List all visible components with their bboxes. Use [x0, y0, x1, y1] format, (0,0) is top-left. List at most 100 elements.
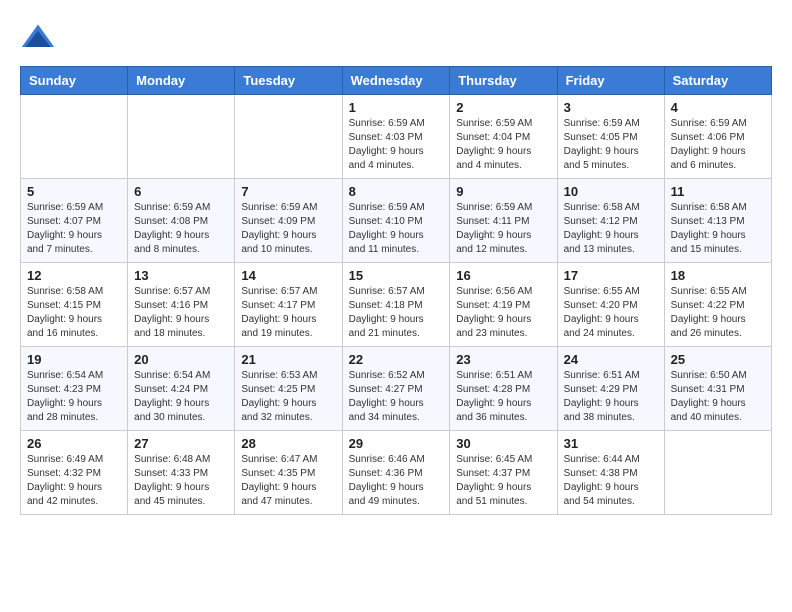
day-number: 24: [564, 352, 658, 367]
day-info: Sunrise: 6:59 AM Sunset: 4:03 PM Dayligh…: [349, 117, 444, 173]
day-cell: 24 Sunrise: 6:51 AM Sunset: 4:29 PM Dayli…: [557, 347, 664, 431]
day-info: Sunrise: 6:59 AM Sunset: 4:09 PM Dayligh…: [241, 201, 335, 257]
day-number: 11: [671, 184, 765, 199]
day-info: Sunrise: 6:57 AM Sunset: 4:17 PM Dayligh…: [241, 285, 335, 341]
day-info: Sunrise: 6:44 AM Sunset: 4:38 PM Dayligh…: [564, 453, 658, 509]
day-cell: [664, 431, 771, 515]
day-number: 4: [671, 100, 765, 115]
day-number: 19: [27, 352, 121, 367]
day-info: Sunrise: 6:53 AM Sunset: 4:25 PM Dayligh…: [241, 369, 335, 425]
day-number: 28: [241, 436, 335, 451]
weekday-header-saturday: Saturday: [664, 67, 771, 95]
day-info: Sunrise: 6:57 AM Sunset: 4:18 PM Dayligh…: [349, 285, 444, 341]
day-cell: 26Sunrise: 6:49 AM Sunset: 4:32 PM Dayli…: [21, 431, 128, 515]
day-number: 17: [564, 268, 658, 283]
week-row-5: 26Sunrise: 6:49 AM Sunset: 4:32 PM Dayli…: [21, 431, 772, 515]
day-info: Sunrise: 6:59 AM Sunset: 4:05 PM Dayligh…: [564, 117, 658, 173]
day-number: 8: [349, 184, 444, 199]
day-info: Sunrise: 6:58 AM Sunset: 4:12 PM Dayligh…: [564, 201, 658, 257]
day-cell: 22Sunrise: 6:52 AM Sunset: 4:27 PM Dayli…: [342, 347, 450, 431]
day-number: 31: [564, 436, 658, 451]
day-cell: 16 Sunrise: 6:56 AM Sunset: 4:19 PM Dayli…: [450, 263, 557, 347]
week-row-1: 1Sunrise: 6:59 AM Sunset: 4:03 PM Daylig…: [21, 95, 772, 179]
weekday-header-monday: Monday: [128, 67, 235, 95]
week-row-3: 12 Sunrise: 6:58 AM Sunset: 4:15 PM Dayli…: [21, 263, 772, 347]
day-cell: 18 Sunrise: 6:55 AM Sunset: 4:22 PM Dayli…: [664, 263, 771, 347]
day-number: 13: [134, 268, 228, 283]
day-cell: [128, 95, 235, 179]
weekday-header-wednesday: Wednesday: [342, 67, 450, 95]
day-number: 3: [564, 100, 658, 115]
day-info: Sunrise: 6:51 AM Sunset: 4:29 PM Dayligh…: [564, 369, 658, 425]
day-cell: 14 Sunrise: 6:57 AM Sunset: 4:17 PM Dayli…: [235, 263, 342, 347]
day-cell: 29 Sunrise: 6:46 AM Sunset: 4:36 PM Dayli…: [342, 431, 450, 515]
weekday-header-friday: Friday: [557, 67, 664, 95]
day-info: Sunrise: 6:59 AM Sunset: 4:06 PM Dayligh…: [671, 117, 765, 173]
day-number: 9: [456, 184, 550, 199]
day-cell: 30 Sunrise: 6:45 AM Sunset: 4:37 PM Dayli…: [450, 431, 557, 515]
day-cell: 5 Sunrise: 6:59 AM Sunset: 4:07 PM Daylig…: [21, 179, 128, 263]
day-info: Sunrise: 6:54 AM Sunset: 4:24 PM Dayligh…: [134, 369, 228, 425]
day-number: 20: [134, 352, 228, 367]
day-info: Sunrise: 6:51 AM Sunset: 4:28 PM Dayligh…: [456, 369, 550, 425]
weekday-header-thursday: Thursday: [450, 67, 557, 95]
day-number: 2: [456, 100, 550, 115]
day-cell: 28Sunrise: 6:47 AM Sunset: 4:35 PM Dayli…: [235, 431, 342, 515]
day-number: 15: [349, 268, 444, 283]
day-info: Sunrise: 6:56 AM Sunset: 4:19 PM Dayligh…: [456, 285, 550, 341]
day-info: Sunrise: 6:58 AM Sunset: 4:13 PM Dayligh…: [671, 201, 765, 257]
day-cell: 20 Sunrise: 6:54 AM Sunset: 4:24 PM Dayli…: [128, 347, 235, 431]
day-info: Sunrise: 6:59 AM Sunset: 4:04 PM Dayligh…: [456, 117, 550, 173]
day-cell: 31 Sunrise: 6:44 AM Sunset: 4:38 PM Dayli…: [557, 431, 664, 515]
calendar: SundayMondayTuesdayWednesdayThursdayFrid…: [20, 66, 772, 515]
day-info: Sunrise: 6:59 AM Sunset: 4:07 PM Dayligh…: [27, 201, 121, 257]
day-cell: 9 Sunrise: 6:59 AM Sunset: 4:11 PM Daylig…: [450, 179, 557, 263]
day-cell: 21 Sunrise: 6:53 AM Sunset: 4:25 PM Dayli…: [235, 347, 342, 431]
day-cell: 13 Sunrise: 6:57 AM Sunset: 4:16 PM Dayli…: [128, 263, 235, 347]
weekday-header-sunday: Sunday: [21, 67, 128, 95]
day-info: Sunrise: 6:59 AM Sunset: 4:10 PM Dayligh…: [349, 201, 444, 257]
day-cell: 12 Sunrise: 6:58 AM Sunset: 4:15 PM Dayli…: [21, 263, 128, 347]
day-number: 26: [27, 436, 121, 451]
week-row-4: 19 Sunrise: 6:54 AM Sunset: 4:23 PM Dayli…: [21, 347, 772, 431]
weekday-header-row: SundayMondayTuesdayWednesdayThursdayFrid…: [21, 67, 772, 95]
day-number: 12: [27, 268, 121, 283]
day-cell: [21, 95, 128, 179]
day-info: Sunrise: 6:54 AM Sunset: 4:23 PM Dayligh…: [27, 369, 121, 425]
day-number: 21: [241, 352, 335, 367]
day-info: Sunrise: 6:45 AM Sunset: 4:37 PM Dayligh…: [456, 453, 550, 509]
day-info: Sunrise: 6:59 AM Sunset: 4:11 PM Dayligh…: [456, 201, 550, 257]
day-cell: 2 Sunrise: 6:59 AM Sunset: 4:04 PM Daylig…: [450, 95, 557, 179]
day-number: 7: [241, 184, 335, 199]
day-info: Sunrise: 6:48 AM Sunset: 4:33 PM Dayligh…: [134, 453, 228, 509]
day-number: 10: [564, 184, 658, 199]
week-row-2: 5 Sunrise: 6:59 AM Sunset: 4:07 PM Daylig…: [21, 179, 772, 263]
day-number: 16: [456, 268, 550, 283]
day-info: Sunrise: 6:50 AM Sunset: 4:31 PM Dayligh…: [671, 369, 765, 425]
day-info: Sunrise: 6:58 AM Sunset: 4:15 PM Dayligh…: [27, 285, 121, 341]
day-number: 14: [241, 268, 335, 283]
day-info: Sunrise: 6:55 AM Sunset: 4:22 PM Dayligh…: [671, 285, 765, 341]
day-cell: 17Sunrise: 6:55 AM Sunset: 4:20 PM Dayli…: [557, 263, 664, 347]
day-cell: 23 Sunrise: 6:51 AM Sunset: 4:28 PM Dayli…: [450, 347, 557, 431]
day-cell: 7 Sunrise: 6:59 AM Sunset: 4:09 PM Daylig…: [235, 179, 342, 263]
day-number: 23: [456, 352, 550, 367]
day-info: Sunrise: 6:59 AM Sunset: 4:08 PM Dayligh…: [134, 201, 228, 257]
day-number: 30: [456, 436, 550, 451]
weekday-header-tuesday: Tuesday: [235, 67, 342, 95]
day-info: Sunrise: 6:52 AM Sunset: 4:27 PM Dayligh…: [349, 369, 444, 425]
day-cell: 27Sunrise: 6:48 AM Sunset: 4:33 PM Dayli…: [128, 431, 235, 515]
day-info: Sunrise: 6:46 AM Sunset: 4:36 PM Dayligh…: [349, 453, 444, 509]
day-number: 5: [27, 184, 121, 199]
day-cell: 19 Sunrise: 6:54 AM Sunset: 4:23 PM Dayli…: [21, 347, 128, 431]
day-number: 18: [671, 268, 765, 283]
day-cell: [235, 95, 342, 179]
day-cell: 10 Sunrise: 6:58 AM Sunset: 4:12 PM Dayli…: [557, 179, 664, 263]
day-cell: 4 Sunrise: 6:59 AM Sunset: 4:06 PM Daylig…: [664, 95, 771, 179]
logo: [20, 20, 62, 56]
day-info: Sunrise: 6:57 AM Sunset: 4:16 PM Dayligh…: [134, 285, 228, 341]
day-cell: 25Sunrise: 6:50 AM Sunset: 4:31 PM Dayli…: [664, 347, 771, 431]
day-cell: 1Sunrise: 6:59 AM Sunset: 4:03 PM Daylig…: [342, 95, 450, 179]
day-cell: 8 Sunrise: 6:59 AM Sunset: 4:10 PM Daylig…: [342, 179, 450, 263]
day-number: 29: [349, 436, 444, 451]
